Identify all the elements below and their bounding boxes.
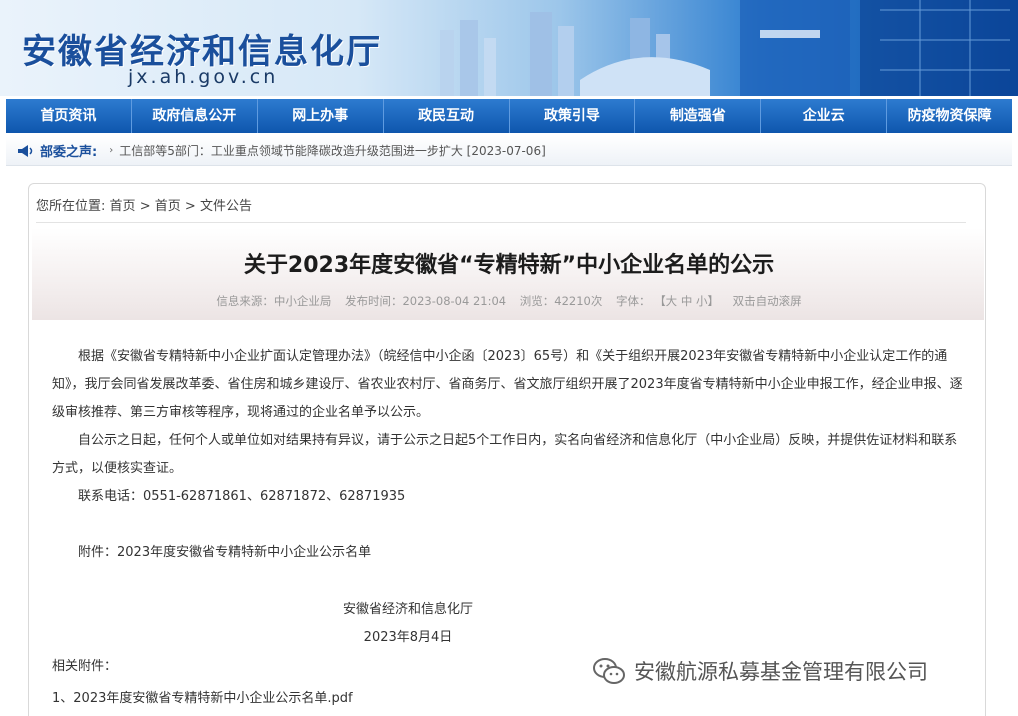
meta-date: 发布时间：2023-08-04 21:04 <box>344 294 507 308</box>
breadcrumb-separator: > <box>184 199 196 214</box>
news-ticker: 部委之声: › 工信部等5部门：工业重点领域节能降碳改造升级范围进一步扩大 [2… <box>6 136 1012 166</box>
wechat-icon <box>593 658 625 684</box>
attachment-note: 附件：2023年度安徽省专精特新中小企业公示名单 <box>78 545 372 560</box>
breadcrumb-prefix: 您所在位置: <box>36 199 106 214</box>
breadcrumb-item-home-2[interactable]: 首页 <box>155 199 181 214</box>
meta-font-label: 字体： <box>616 294 651 308</box>
chevron-right-icon: › <box>109 145 114 156</box>
nav-item-online-service[interactable]: 网上办事 <box>258 99 384 133</box>
nav-item-interaction[interactable]: 政民互动 <box>384 99 510 133</box>
font-size-selector[interactable]: 【大 中 小】 <box>654 294 719 308</box>
nav-item-policy[interactable]: 政策引导 <box>510 99 636 133</box>
ticker-news-link[interactable]: 工信部等5部门：工业重点领域节能降碳改造升级范围进一步扩大 [2023-07-0… <box>119 142 546 159</box>
skyline-illustration <box>440 0 1018 96</box>
wechat-watermark: 安徽航源私募基金管理有限公司 <box>592 656 928 686</box>
signature-org: 安徽省经济和信息化厅 <box>342 602 473 617</box>
contact-phone: 联系电话：0551-62871861、62871872、62871935 <box>78 489 406 504</box>
nav-item-epidemic-supplies[interactable]: 防疫物资保障 <box>887 99 1012 133</box>
related-attachments-label: 相关附件： <box>52 659 118 674</box>
attachment-pdf-link[interactable]: 1、2023年度安徽省专精特新中小企业公示名单.pdf <box>52 687 353 706</box>
article-title: 关于2023年度安徽省“专精特新”中小企业名单的公示 <box>243 253 775 278</box>
site-domain: jx.ah.gov.cn <box>128 66 279 88</box>
article-paragraph: 根据《安徽省专精特新中小企业扩面认定管理办法》（皖经信中小企函〔2023〕65号… <box>52 349 963 420</box>
main-nav: 首页资讯 政府信息公开 网上办事 政民互动 政策引导 制造强省 企业云 防疫物资… <box>6 99 1012 133</box>
nav-item-gov-info[interactable]: 政府信息公开 <box>132 99 258 133</box>
megaphone-icon <box>18 144 33 157</box>
divider <box>36 222 966 223</box>
autoscroll-toggle[interactable]: 双击自动滚屏 <box>733 294 802 308</box>
nav-item-manufacturing[interactable]: 制造强省 <box>635 99 762 133</box>
article-body: 根据《安徽省专精特新中小企业扩面认定管理办法》（皖经信中小企函〔2023〕65号… <box>52 343 970 567</box>
breadcrumb-item-announcements[interactable]: 文件公告 <box>200 199 252 214</box>
breadcrumb: 您所在位置: 首页 > 首页 > 文件公告 <box>36 195 252 214</box>
meta-views: 浏览：42210次 <box>519 294 603 308</box>
watermark-text: 安徽航源私募基金管理有限公司 <box>634 660 928 684</box>
ticker-label: 部委之声: <box>40 145 98 160</box>
meta-source: 信息来源：中小企业局 <box>216 294 332 308</box>
article-paragraph: 自公示之日起，任何个人或单位如对结果持有异议，请于公示之日起5个工作日内，实名向… <box>52 433 958 476</box>
header-banner: 安徽省经济和信息化厅 jx.ah.gov.cn <box>0 0 1018 96</box>
breadcrumb-separator: > <box>139 199 151 214</box>
nav-item-enterprise-cloud[interactable]: 企业云 <box>761 99 888 133</box>
signature-date: 2023年8月4日 <box>363 630 453 645</box>
article-meta: 信息来源：中小企业局 发布时间：2023-08-04 21:04 浏览：4221… <box>0 293 1018 309</box>
breadcrumb-item-home[interactable]: 首页 <box>110 199 136 214</box>
nav-item-home-news[interactable]: 首页资讯 <box>6 99 132 133</box>
